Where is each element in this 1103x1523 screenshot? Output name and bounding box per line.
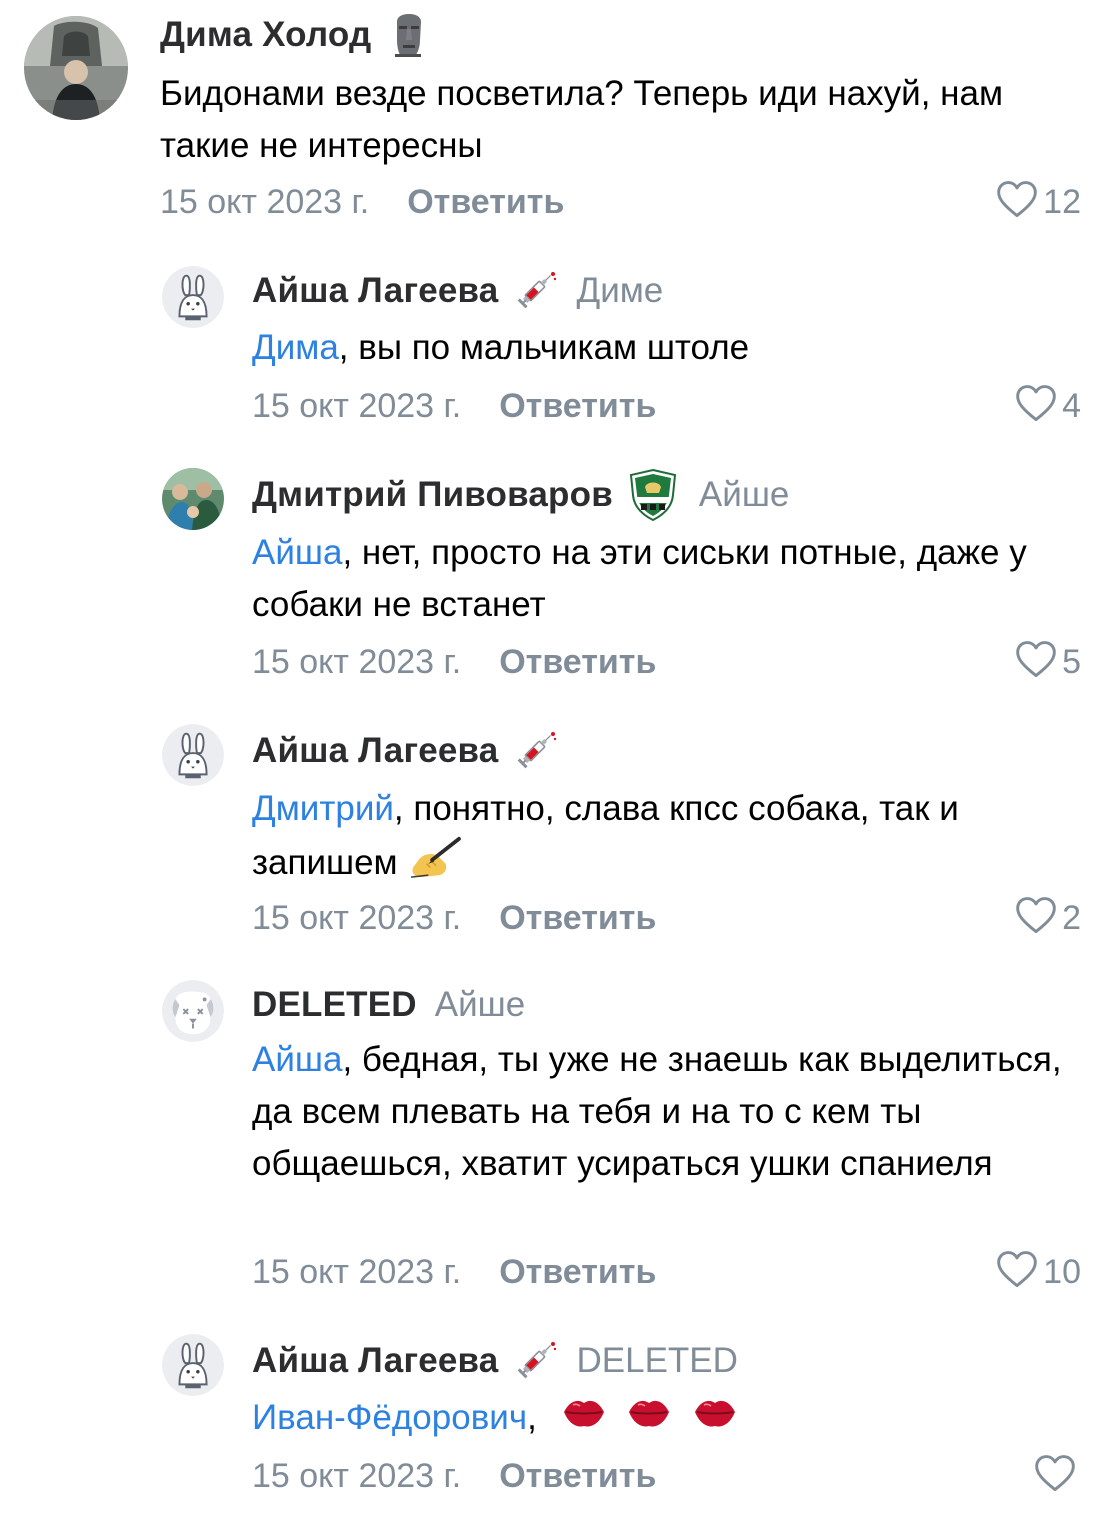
- avatar[interactable]: [162, 266, 224, 328]
- avatar[interactable]: [162, 724, 224, 786]
- comment-date[interactable]: 15 окт 2023 г.: [252, 643, 461, 682]
- reply-button[interactable]: Ответить: [499, 387, 656, 426]
- reply-to-label[interactable]: Айше: [699, 475, 789, 515]
- like-button[interactable]: 12: [995, 180, 1081, 224]
- comment-meta: 15 окт 2023 г. Ответить: [252, 1250, 656, 1294]
- reply-button[interactable]: Ответить: [407, 183, 564, 222]
- comment-header: Дмитрий Пивоваров Айше: [252, 470, 789, 520]
- avatar[interactable]: [162, 468, 224, 530]
- comment-header: Дима Холод: [160, 10, 431, 60]
- comment-meta: 15 окт 2023 г. Ответить: [160, 180, 564, 224]
- comment-date[interactable]: 15 окт 2023 г.: [252, 387, 461, 426]
- mention-link[interactable]: Айша: [252, 533, 342, 572]
- comment-meta: 15 окт 2023 г. Ответить: [252, 384, 656, 428]
- syringe-icon: [512, 728, 558, 774]
- mention-link[interactable]: Айша: [252, 1040, 342, 1079]
- heart-icon: [995, 1248, 1039, 1297]
- mention-link[interactable]: Иван-Фёдорович: [252, 1398, 527, 1437]
- syringe-icon: [512, 268, 558, 314]
- comment-text: Айша, бедная, ты уже не знаешь как выдел…: [252, 1034, 1079, 1190]
- comment-body: , бедная, ты уже не знаешь как выделитьс…: [252, 1040, 1062, 1183]
- author-name[interactable]: Айша Лагеева: [252, 271, 498, 311]
- reply-button[interactable]: Ответить: [499, 643, 656, 682]
- kiss-mark-icon: [692, 1392, 738, 1447]
- comment-text: Бидонами везде посветила? Теперь иди нах…: [160, 68, 1079, 172]
- comment-text: Дмитрий, понятно, слава кпсс собака, так…: [252, 783, 1079, 894]
- like-button[interactable]: 2: [1014, 896, 1081, 940]
- football-club-crest-icon: [625, 467, 681, 523]
- comment-text: Дима, вы по мальчикам штоле: [252, 322, 1079, 374]
- comment-header: Айша Лагеева: [252, 726, 558, 776]
- comment-meta: 15 окт 2023 г. Ответить: [252, 1454, 656, 1498]
- comment-body: , вы по мальчикам штоле: [338, 328, 750, 367]
- reply-to-label[interactable]: DELETED: [576, 1341, 737, 1381]
- moai-icon: [385, 12, 431, 58]
- syringe-icon: [512, 1338, 558, 1384]
- like-count: 10: [1043, 1252, 1081, 1291]
- comment-text: Иван-Фёдорович,: [252, 1392, 1079, 1447]
- comment-date[interactable]: 15 окт 2023 г.: [252, 1253, 461, 1292]
- heart-icon: [1014, 894, 1058, 943]
- like-button[interactable]: [1033, 1454, 1081, 1498]
- reply-button[interactable]: Ответить: [499, 899, 656, 938]
- avatar[interactable]: [162, 980, 224, 1042]
- mention-link[interactable]: Дима: [252, 328, 339, 367]
- comment-header: Айша Лагеева Диме: [252, 266, 663, 316]
- heart-icon: [995, 178, 1039, 227]
- reply-to-label[interactable]: Айше: [435, 985, 525, 1025]
- like-button[interactable]: 5: [1014, 640, 1081, 684]
- kiss-mark-icon: [626, 1392, 672, 1447]
- comment-header: Айша Лагеева DELETED: [252, 1336, 738, 1386]
- like-button[interactable]: 10: [995, 1250, 1081, 1294]
- writing-hand-icon: [407, 835, 465, 894]
- comment-date[interactable]: 15 окт 2023 г.: [252, 899, 461, 938]
- heart-icon: [1014, 382, 1058, 431]
- author-name[interactable]: Айша Лагеева: [252, 1341, 498, 1381]
- comment-header: DELETED Айше: [252, 980, 525, 1030]
- heart-icon: [1033, 1452, 1077, 1501]
- reply-button[interactable]: Ответить: [499, 1253, 656, 1292]
- like-button[interactable]: 4: [1014, 384, 1081, 428]
- heart-icon: [1014, 638, 1058, 687]
- reply-to-label[interactable]: Диме: [576, 271, 663, 311]
- author-name[interactable]: Дмитрий Пивоваров: [252, 475, 613, 515]
- comment-meta: 15 окт 2023 г. Ответить: [252, 896, 656, 940]
- avatar[interactable]: [24, 16, 128, 120]
- mention-link[interactable]: Дмитрий: [252, 789, 394, 828]
- author-name[interactable]: Дима Холод: [160, 15, 371, 55]
- kiss-mark-icon: [561, 1392, 607, 1447]
- comment-body: , нет, просто на эти сиськи потные, даже…: [252, 533, 1027, 624]
- avatar[interactable]: [162, 1334, 224, 1396]
- comment-body: ,: [527, 1398, 537, 1437]
- comment-text: Айша, нет, просто на эти сиськи потные, …: [252, 527, 1079, 631]
- author-name[interactable]: Айша Лагеева: [252, 731, 498, 771]
- comment-date[interactable]: 15 окт 2023 г.: [160, 183, 369, 222]
- like-count: 5: [1062, 642, 1081, 681]
- author-name[interactable]: DELETED: [252, 985, 417, 1025]
- comment-body: Бидонами везде посветила? Теперь иди нах…: [160, 74, 1004, 165]
- like-count: 2: [1062, 898, 1081, 937]
- like-count: 12: [1043, 182, 1081, 221]
- reply-button[interactable]: Ответить: [499, 1457, 656, 1496]
- comment-date[interactable]: 15 окт 2023 г.: [252, 1457, 461, 1496]
- like-count: 4: [1062, 386, 1081, 425]
- comment-meta: 15 окт 2023 г. Ответить: [252, 640, 656, 684]
